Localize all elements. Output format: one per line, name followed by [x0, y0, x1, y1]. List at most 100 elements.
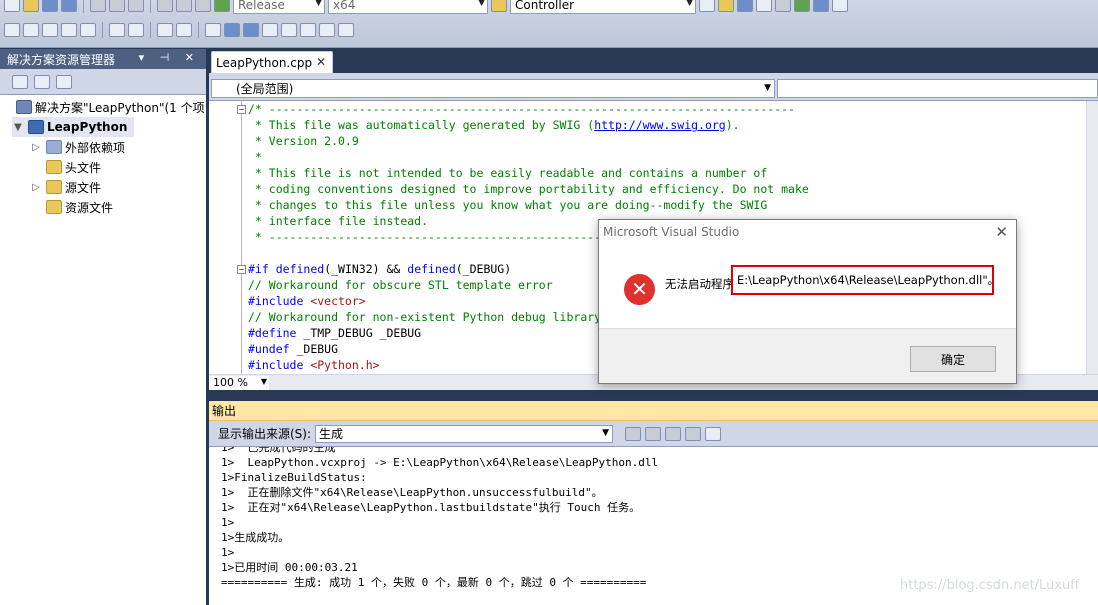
- tree-item-label: 头文件: [65, 160, 102, 175]
- output-toolbar: 显示输出来源(S): 生成 ▼: [209, 421, 1098, 447]
- configuration-select[interactable]: Release ▼: [233, 0, 325, 14]
- find-icon[interactable]: [699, 0, 715, 12]
- clear-bookmarks-icon[interactable]: [338, 23, 354, 37]
- class-view-icon[interactable]: [56, 74, 72, 89]
- find-message-icon[interactable]: [625, 426, 642, 441]
- solution-node[interactable]: 解决方案"LeapPython"(1 个项: [16, 97, 205, 117]
- collapse-arrow-icon[interactable]: ▼: [12, 122, 24, 133]
- navigate-back-icon[interactable]: [195, 0, 211, 12]
- platform-value: x64: [333, 0, 356, 12]
- output-line: 1> 正在删除文件"x64\Release\LeapPython.unsucce…: [221, 486, 603, 499]
- collapse-region-icon[interactable]: −: [237, 105, 246, 114]
- show-all-files-icon[interactable]: [34, 74, 50, 89]
- code-line: #if defined(_WIN32) && defined(_DEBUG): [248, 262, 512, 276]
- tree-item-label: 资源文件: [65, 200, 114, 215]
- tree-item-external-dependencies[interactable]: ▷ 外部依赖项: [30, 137, 125, 157]
- tree-item-resource-files[interactable]: 资源文件: [46, 197, 113, 217]
- ok-button[interactable]: 确定: [910, 346, 996, 372]
- word-wrap-icon[interactable]: [705, 426, 722, 441]
- member-list-icon[interactable]: [23, 23, 39, 37]
- solution-explorer-title-bar: 解决方案资源管理器 ▾ ⊣ ✕: [0, 49, 206, 69]
- toolbar-options-icon[interactable]: [832, 0, 848, 12]
- save-icon[interactable]: [42, 0, 58, 12]
- increase-indent-icon[interactable]: [128, 23, 144, 37]
- object-list-icon[interactable]: [4, 23, 20, 37]
- next-bookmark-icon[interactable]: [243, 23, 259, 37]
- code-line: * changes to this file unless you know w…: [248, 198, 768, 212]
- copy-icon[interactable]: [109, 0, 125, 12]
- toolbar-separator: [198, 22, 199, 38]
- object-browser-icon[interactable]: [756, 0, 772, 12]
- code-line: #include <Python.h>: [248, 358, 380, 372]
- panel-controls[interactable]: ▾ ⊣ ✕: [139, 51, 200, 64]
- code-line: #define _TMP_DEBUG _DEBUG: [248, 326, 422, 340]
- collapse-region-icon[interactable]: −: [237, 265, 246, 274]
- properties-icon[interactable]: [12, 74, 28, 89]
- next-bookmark-doc-icon[interactable]: [319, 23, 335, 37]
- find-in-files-icon[interactable]: [491, 0, 507, 12]
- folder-icon: [46, 200, 62, 214]
- output-line: 1>已用时间 00:00:03.21: [221, 561, 358, 574]
- next-message-icon[interactable]: [665, 426, 682, 441]
- complete-word-icon[interactable]: [80, 23, 96, 37]
- save-all-icon[interactable]: [61, 0, 77, 12]
- parameter-info-icon[interactable]: [61, 23, 77, 37]
- redo-icon[interactable]: [176, 0, 192, 12]
- start-page-icon[interactable]: [794, 0, 810, 12]
- toggle-bookmark-icon[interactable]: [205, 23, 221, 37]
- project-icon: [28, 120, 44, 134]
- start-debugging-icon[interactable]: [214, 0, 230, 12]
- expand-arrow-icon[interactable]: ▷: [30, 142, 42, 153]
- next-bookmark-folder-icon[interactable]: [281, 23, 297, 37]
- uncomment-icon[interactable]: [176, 23, 192, 37]
- tree-item-header-files[interactable]: 头文件: [46, 157, 101, 177]
- tab-leappython-cpp[interactable]: LeapPython.cpp ✕: [211, 51, 333, 73]
- output-title: 输出: [212, 404, 237, 418]
- references-icon: [46, 140, 62, 154]
- chevron-down-icon: ▼: [478, 0, 485, 8]
- close-icon[interactable]: ✕: [995, 223, 1008, 241]
- previous-bookmark-folder-icon[interactable]: [262, 23, 278, 37]
- quick-info-icon[interactable]: [42, 23, 58, 37]
- toolbox-icon[interactable]: [775, 0, 791, 12]
- new-project-icon[interactable]: [4, 0, 20, 12]
- zoom-select[interactable]: 100 % ▼: [209, 375, 269, 390]
- solution-explorer-title: 解决方案资源管理器: [7, 52, 116, 67]
- tree-item-source-files[interactable]: ▷ 源文件: [30, 177, 101, 197]
- previous-bookmark-doc-icon[interactable]: [300, 23, 316, 37]
- toolbar-separator: [83, 0, 84, 13]
- member-select[interactable]: [777, 79, 1098, 98]
- previous-bookmark-icon[interactable]: [224, 23, 240, 37]
- close-icon[interactable]: ✕: [316, 55, 326, 69]
- vertical-scrollbar[interactable]: [1086, 101, 1098, 374]
- find-select[interactable]: Controller ▼: [510, 0, 696, 14]
- decrease-indent-icon[interactable]: [109, 23, 125, 37]
- clear-all-icon[interactable]: [685, 426, 702, 441]
- scope-select[interactable]: (全局范围) ▼: [211, 79, 775, 98]
- output-source-select[interactable]: 生成 ▼: [315, 424, 614, 443]
- solution-icon: [16, 100, 32, 114]
- platform-select[interactable]: x64 ▼: [328, 0, 488, 14]
- output-line: 1> LeapPython.vcxproj -> E:\LeapPython\x…: [221, 456, 659, 469]
- open-file-icon[interactable]: [23, 0, 39, 12]
- undo-icon[interactable]: [157, 0, 173, 12]
- solution-label: 解决方案"LeapPython"(1 个项: [35, 100, 205, 115]
- code-link[interactable]: http://www.swig.org: [594, 118, 726, 132]
- code-line: * This file is not intended to be easily…: [248, 166, 768, 180]
- code-line: // Workaround for obscure STL template e…: [248, 278, 553, 292]
- solution-explorer-icon[interactable]: [718, 0, 734, 12]
- output-line: ========== 生成: 成功 1 个，失败 0 个，最新 0 个，跳过 0…: [221, 576, 647, 589]
- previous-message-icon[interactable]: [645, 426, 662, 441]
- project-node[interactable]: ▼ LeapPython: [12, 117, 134, 137]
- paste-icon[interactable]: [128, 0, 144, 12]
- expand-arrow-icon[interactable]: ▷: [30, 182, 42, 193]
- extension-manager-icon[interactable]: [813, 0, 829, 12]
- toolbar-separator: [150, 22, 151, 38]
- chevron-down-icon: ▼: [260, 376, 267, 386]
- cut-icon[interactable]: [90, 0, 106, 12]
- solution-explorer-panel: 解决方案资源管理器 ▾ ⊣ ✕ 解决方案"LeapPython"(1 个项 ▼ …: [0, 49, 206, 605]
- output-line: 1> 已完成代码的生成: [221, 447, 336, 454]
- comment-icon[interactable]: [157, 23, 173, 37]
- project-label: LeapPython: [47, 120, 128, 134]
- properties-icon[interactable]: [737, 0, 753, 12]
